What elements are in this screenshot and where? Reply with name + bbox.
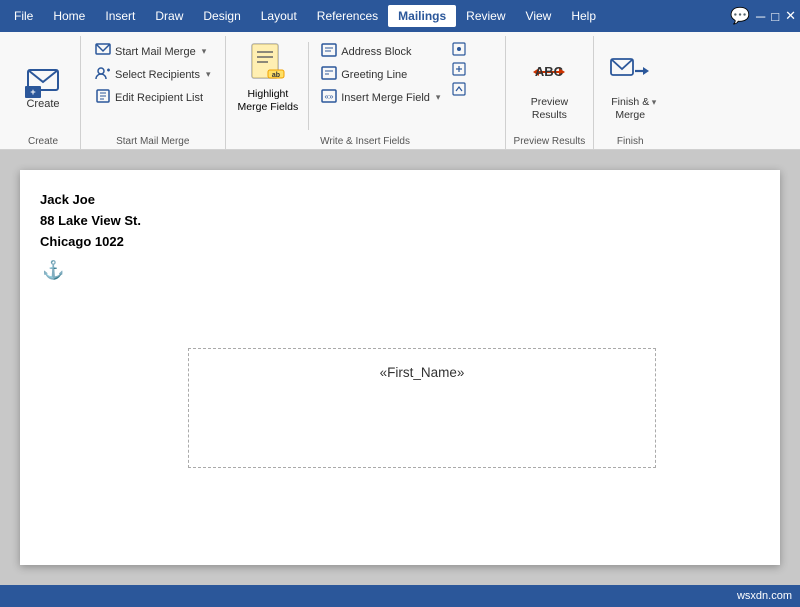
finish-merge-icon: [608, 50, 652, 94]
select-recipients-dropdown: ▾: [206, 69, 211, 80]
highlight-merge-fields-icon: ab: [248, 42, 288, 86]
anchor-icon: ⚓: [42, 260, 760, 281]
ribbon: + Create Create Start Mail Merge ▾: [0, 32, 800, 150]
insert-merge-field-dropdown: ▾: [436, 92, 441, 103]
title-bar-icons: 💬 ─ □ ✕: [730, 6, 796, 26]
document-page: Jack Joe 88 Lake View St. Chicago 1022 ⚓…: [20, 170, 780, 565]
menu-draw[interactable]: Draw: [145, 5, 193, 27]
menu-help[interactable]: Help: [561, 5, 606, 27]
finish-merge-button[interactable]: Finish &Merge ▾: [602, 46, 658, 125]
preview-results-icon: ABC: [527, 50, 571, 94]
document-address: Jack Joe 88 Lake View St. Chicago 1022: [40, 190, 760, 252]
menu-view[interactable]: View: [516, 5, 562, 27]
menu-bar: File Home Insert Draw Design Layout Refe…: [0, 0, 800, 32]
address-block-button[interactable]: Address Block: [315, 40, 446, 63]
comment-icon[interactable]: 💬: [730, 6, 750, 26]
highlight-merge-fields-button[interactable]: ab HighlightMerge Fields: [234, 38, 303, 115]
menu-file[interactable]: File: [4, 5, 43, 27]
svg-text:ABC: ABC: [535, 64, 564, 79]
merge-field-value: «First_Name»: [380, 365, 465, 380]
svg-text:+: +: [30, 87, 35, 97]
menu-home[interactable]: Home: [43, 5, 95, 27]
restore-icon[interactable]: □: [771, 9, 779, 24]
greeting-line-button[interactable]: Greeting Line: [315, 63, 446, 86]
ribbon-group-start-mail-merge: Start Mail Merge ▾ Select Recipients ▾: [81, 36, 226, 149]
preview-results-label: PreviewResults: [531, 96, 568, 121]
greeting-line-label: Greeting Line: [341, 69, 407, 81]
status-bar: wsxdn.com: [0, 585, 800, 607]
finish-merge-dropdown: ▾: [652, 97, 657, 108]
close-icon[interactable]: ✕: [785, 8, 796, 24]
svg-text:«»: «»: [325, 92, 334, 101]
field-extra-1-button[interactable]: [450, 40, 468, 58]
field-extra-2-icon: [452, 62, 466, 76]
address-line-3: Chicago 1022: [40, 232, 760, 253]
menu-mailings[interactable]: Mailings: [388, 5, 456, 27]
menu-insert[interactable]: Insert: [95, 5, 145, 27]
start-mail-merge-group-label: Start Mail Merge: [89, 134, 217, 149]
field-extra-1-icon: [452, 42, 466, 56]
greeting-line-icon: [321, 65, 337, 84]
edit-recipient-list-button[interactable]: Edit Recipient List: [89, 86, 217, 109]
address-line-2: 88 Lake View St.: [40, 211, 760, 232]
insert-merge-field-button[interactable]: «» Insert Merge Field ▾: [315, 86, 446, 109]
field-extra-3-button[interactable]: [450, 80, 468, 98]
start-mail-merge-button[interactable]: Start Mail Merge ▾: [89, 40, 217, 63]
insert-merge-field-label: Insert Merge Field: [341, 92, 430, 104]
field-extra-3-icon: [452, 82, 466, 96]
minimize-icon[interactable]: ─: [756, 9, 765, 24]
address-block-icon: [321, 42, 337, 61]
ribbon-group-finish: Finish &Merge ▾ Finish: [594, 36, 666, 149]
finish-merge-label: Finish &Merge: [611, 96, 649, 121]
document-area: Jack Joe 88 Lake View St. Chicago 1022 ⚓…: [0, 150, 800, 585]
create-button[interactable]: + Create: [14, 57, 72, 115]
preview-results-button[interactable]: ABC PreviewResults: [521, 46, 577, 125]
create-group-label: Create: [14, 134, 72, 149]
address-block-label: Address Block: [341, 46, 411, 58]
create-envelope-icon: +: [25, 62, 61, 98]
ribbon-group-preview: ABC PreviewResults Preview Results: [506, 36, 595, 149]
finish-group-label: Finish: [602, 134, 658, 149]
preview-group-label: Preview Results: [514, 134, 586, 149]
edit-recipient-list-icon: [95, 88, 111, 107]
write-insert-group-label: Write & Insert Fields: [234, 134, 497, 149]
start-mail-merge-dropdown: ▾: [202, 46, 207, 57]
status-bar-right: wsxdn.com: [737, 590, 792, 602]
highlight-merge-fields-label: HighlightMerge Fields: [238, 88, 299, 113]
select-recipients-icon: [95, 65, 111, 84]
address-line-1: Jack Joe: [40, 190, 760, 211]
ribbon-group-write-insert: ab HighlightMerge Fields Address Block: [226, 36, 506, 149]
menu-design[interactable]: Design: [193, 5, 250, 27]
menu-references[interactable]: References: [307, 5, 388, 27]
create-label: Create: [26, 98, 59, 110]
merge-field-box[interactable]: «First_Name»: [188, 348, 656, 468]
edit-recipient-list-label: Edit Recipient List: [115, 92, 203, 104]
select-recipients-label: Select Recipients: [115, 69, 200, 81]
ribbon-group-create: + Create Create: [6, 36, 81, 149]
svg-text:ab: ab: [272, 72, 280, 79]
insert-merge-field-icon: «»: [321, 88, 337, 107]
field-extra-2-button[interactable]: [450, 60, 468, 78]
start-mail-merge-icon: [95, 42, 111, 61]
start-mail-merge-label: Start Mail Merge: [115, 46, 196, 58]
menu-layout[interactable]: Layout: [251, 5, 307, 27]
menu-review[interactable]: Review: [456, 5, 515, 27]
select-recipients-button[interactable]: Select Recipients ▾: [89, 63, 217, 86]
